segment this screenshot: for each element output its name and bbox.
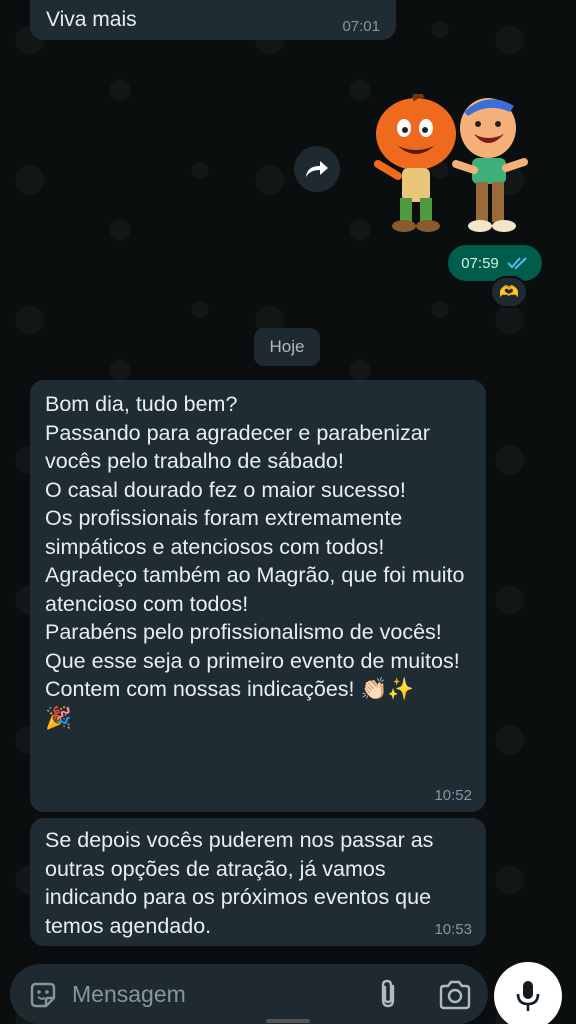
camera-icon[interactable] [438,980,472,1010]
chat-area[interactable]: Viva mais 07:01 07:59 🫶 Hoje Bom dia, tu… [0,0,576,1024]
previous-message-bubble[interactable]: Viva mais 07:01 [30,0,396,40]
forward-icon [306,161,328,177]
message-text: Viva mais [46,8,137,31]
message-reaction[interactable]: 🫶 [490,276,528,308]
message-time: 10:52 [434,787,472,804]
heart-hands-emoji: 🫶 [499,284,519,301]
incoming-message-bubble[interactable]: Bom dia, tudo bem? Passando para agradec… [30,380,486,812]
paperclip-icon[interactable] [374,978,404,1010]
message-text: Bom dia, tudo bem? Passando para agradec… [45,392,465,730]
message-composer[interactable] [10,964,488,1024]
message-text: Se depois vocês puderem nos passar as ou… [45,828,434,938]
incoming-message-bubble[interactable]: Se depois vocês puderem nos passar as ou… [30,818,486,946]
date-separator-label: Hoje [269,337,305,356]
message-time: 07:01 [342,18,380,35]
forward-button[interactable] [294,146,340,192]
message-time: 10:53 [434,921,472,938]
sticker-image[interactable] [364,94,536,234]
message-input[interactable] [72,964,332,1024]
double-check-icon [507,257,527,270]
microphone-icon [516,981,540,1011]
message-time: 07:59 [461,254,499,272]
home-indicator [266,1019,310,1023]
voice-message-button[interactable] [494,962,562,1024]
sticker-timestamp: 07:59 [448,245,542,281]
sticker-icon[interactable] [28,980,58,1010]
date-separator: Hoje [254,328,320,366]
